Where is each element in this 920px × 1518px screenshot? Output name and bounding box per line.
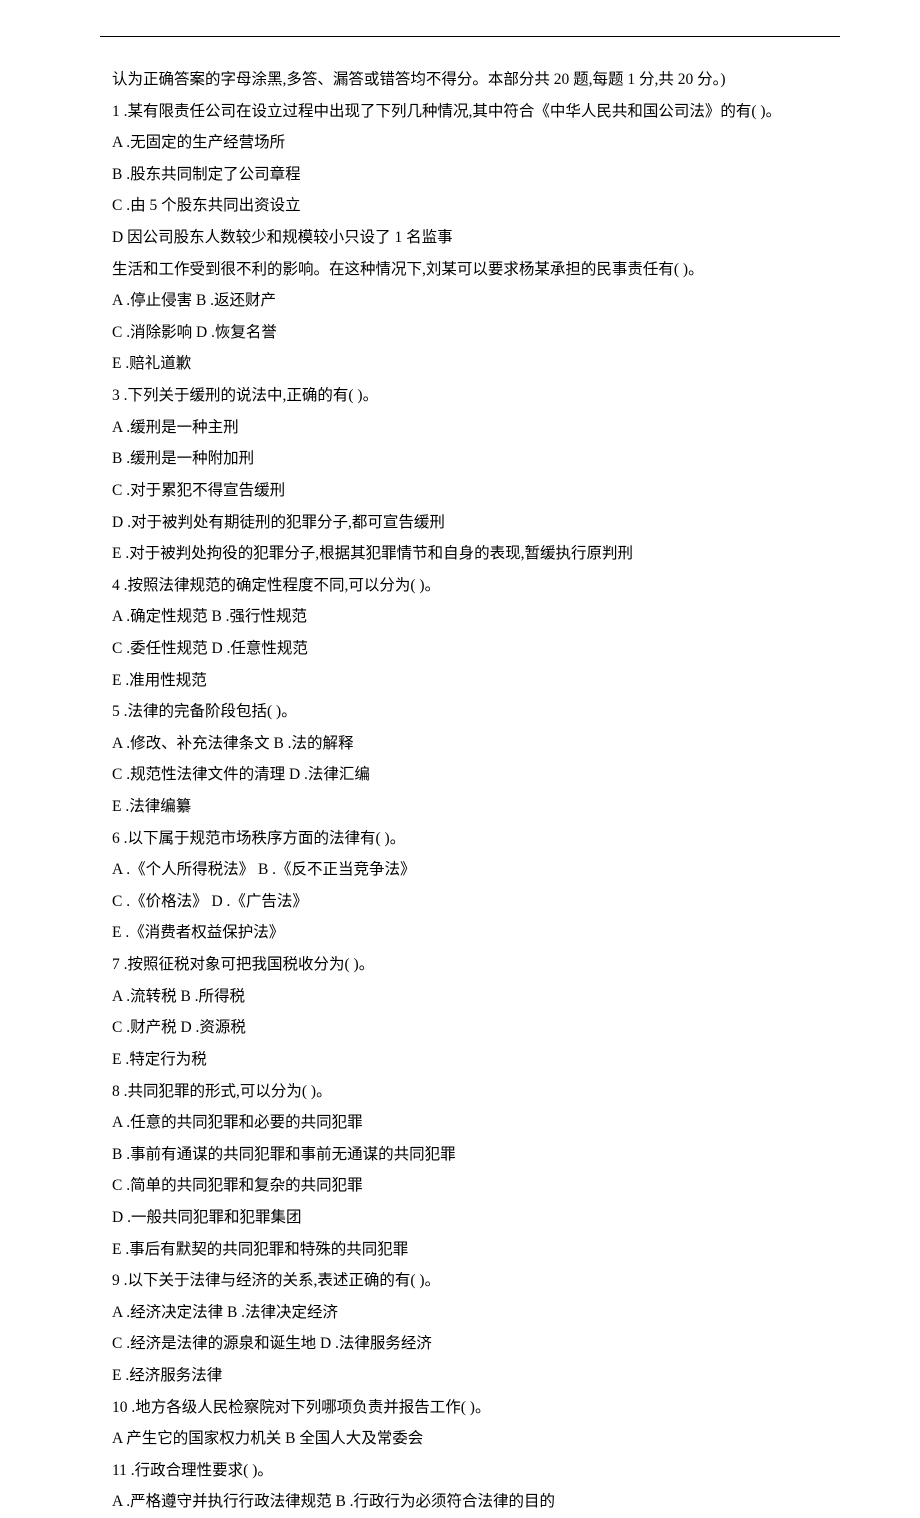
text-line: B .股东共同制定了公司章程 (112, 159, 820, 191)
text-line: 5 .法律的完备阶段包括( )。 (112, 696, 820, 728)
text-line: B .事前有通谋的共同犯罪和事前无通谋的共同犯罪 (112, 1139, 820, 1171)
text-line: 认为正确答案的字母涂黑,多答、漏答或错答均不得分。本部分共 20 题,每题 1 … (112, 64, 820, 96)
text-line: 生活和工作受到很不利的影响。在这种情况下,刘某可以要求杨某承担的民事责任有( )… (112, 254, 820, 286)
text-line: E .《消费者权益保护法》 (112, 917, 820, 949)
text-line: B .缓刑是一种附加刑 (112, 443, 820, 475)
text-line: C .委任性规范 D .任意性规范 (112, 633, 820, 665)
text-line: A .缓刑是一种主刑 (112, 412, 820, 444)
text-line: A .修改、补充法律条文 B .法的解释 (112, 728, 820, 760)
text-line: E .经济服务法律 (112, 1360, 820, 1392)
text-line: D 因公司股东人数较少和规模较小只设了 1 名监事 (112, 222, 820, 254)
text-line: C .财产税 D .资源税 (112, 1012, 820, 1044)
text-line: E .对于被判处拘役的犯罪分子,根据其犯罪情节和自身的表现,暂缓执行原判刑 (112, 538, 820, 570)
text-line: A .流转税 B .所得税 (112, 981, 820, 1013)
text-line: A .停止侵害 B .返还财产 (112, 285, 820, 317)
text-line: D .一般共同犯罪和犯罪集团 (112, 1202, 820, 1234)
text-line: 6 .以下属于规范市场秩序方面的法律有( )。 (112, 823, 820, 855)
text-line: C .对于累犯不得宣告缓刑 (112, 475, 820, 507)
text-line: 3 .下列关于缓刑的说法中,正确的有( )。 (112, 380, 820, 412)
text-line: C .经济是法律的源泉和诞生地 D .法律服务经济 (112, 1328, 820, 1360)
text-line: A .严格遵守并执行行政法律规范 B .行政行为必须符合法律的目的 (112, 1486, 820, 1518)
text-line: C .规范性法律文件的清理 D .法律汇编 (112, 759, 820, 791)
text-line: C .《价格法》 D .《广告法》 (112, 886, 820, 918)
text-line: A .无固定的生产经营场所 (112, 127, 820, 159)
text-line: C .由 5 个股东共同出资设立 (112, 190, 820, 222)
text-line: C .消除影响 D .恢复名誉 (112, 317, 820, 349)
text-line: 8 .共同犯罪的形式,可以分为( )。 (112, 1076, 820, 1108)
text-line: 10 .地方各级人民检察院对下列哪项负责并报告工作( )。 (112, 1392, 820, 1424)
text-line: A .《个人所得税法》 B .《反不正当竞争法》 (112, 854, 820, 886)
horizontal-rule (100, 36, 840, 37)
text-line: E .法律编纂 (112, 791, 820, 823)
document-body: 认为正确答案的字母涂黑,多答、漏答或错答均不得分。本部分共 20 题,每题 1 … (112, 64, 820, 1518)
text-line: D .对于被判处有期徒刑的犯罪分子,都可宣告缓刑 (112, 507, 820, 539)
text-line: E .赔礼道歉 (112, 348, 820, 380)
text-line: C .简单的共同犯罪和复杂的共同犯罪 (112, 1170, 820, 1202)
text-line: E .准用性规范 (112, 665, 820, 697)
text-line: 9 .以下关于法律与经济的关系,表述正确的有( )。 (112, 1265, 820, 1297)
text-line: 7 .按照征税对象可把我国税收分为( )。 (112, 949, 820, 981)
text-line: 11 .行政合理性要求( )。 (112, 1455, 820, 1487)
text-line: A 产生它的国家权力机关 B 全国人大及常委会 (112, 1423, 820, 1455)
text-line: A .任意的共同犯罪和必要的共同犯罪 (112, 1107, 820, 1139)
text-line: 1 .某有限责任公司在设立过程中出现了下列几种情况,其中符合《中华人民共和国公司… (112, 96, 820, 128)
text-line: E .事后有默契的共同犯罪和特殊的共同犯罪 (112, 1234, 820, 1266)
text-line: A .确定性规范 B .强行性规范 (112, 601, 820, 633)
text-line: 4 .按照法律规范的确定性程度不同,可以分为( )。 (112, 570, 820, 602)
text-line: E .特定行为税 (112, 1044, 820, 1076)
